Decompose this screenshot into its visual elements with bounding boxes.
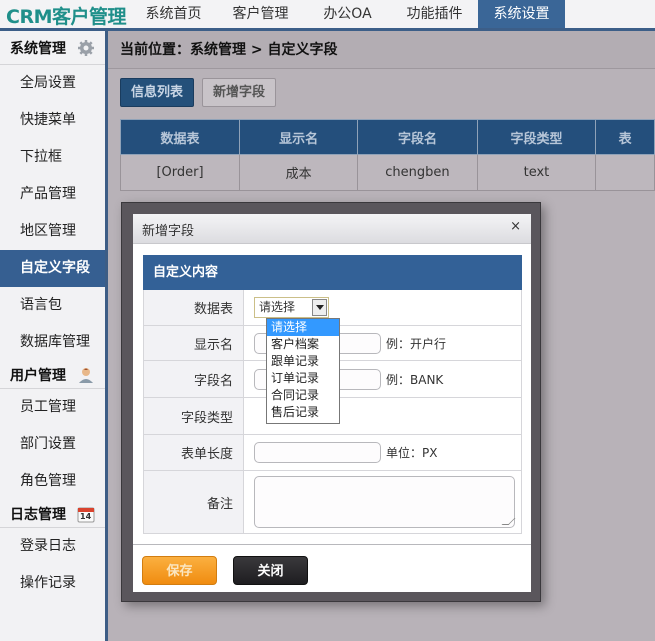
form-length-label: 表单长度 [144, 435, 244, 470]
breadcrumb: 当前位置：系统管理 > 自定义字段 [108, 31, 655, 69]
table-select[interactable]: 请选择 [254, 297, 329, 318]
chevron-down-icon[interactable] [312, 299, 327, 316]
save-button[interactable]: 保存 [142, 556, 217, 585]
nav-item-office-oa[interactable]: 办公OA [304, 0, 391, 28]
sidebar-item-dropdowns[interactable]: 下拉框 [0, 139, 105, 176]
cell-table: [Order] [119, 154, 241, 191]
table-dropdown-list: 请选择 客户档案 跟单记录 订单记录 合同记录 售后记录 [266, 318, 340, 424]
app-logo: CRM客户管理 [6, 6, 126, 28]
form-section-title: 自定义内容 [143, 255, 522, 290]
display-name-label: 显示名 [144, 326, 244, 360]
cell-field-name: chengben [357, 154, 478, 191]
form-length-hint: 单位：PX [386, 446, 438, 460]
sidebar-group-system: 系统管理 [0, 31, 105, 65]
remark-label: 备注 [144, 471, 244, 533]
dropdown-option[interactable]: 合同记录 [267, 387, 339, 404]
table-row[interactable]: [Order] 成本 chengben text [119, 154, 655, 191]
sidebar-item-employees[interactable]: 员工管理 [0, 389, 105, 426]
nav-item-settings[interactable]: 系统设置 [478, 0, 565, 28]
col-header-table: 数据表 [119, 119, 241, 155]
nav-item-customers[interactable]: 客户管理 [217, 0, 304, 28]
sidebar-group-title: 日志管理 [10, 506, 66, 523]
sidebar-group-logs: 日志管理 14 [0, 500, 105, 528]
tab-add-field[interactable]: 新增字段 [202, 78, 277, 107]
col-header-field-name: 字段名 [357, 119, 478, 155]
main-nav: 系统首页 客户管理 办公OA 功能插件 系统设置 [130, 0, 565, 28]
sidebar-item-regions[interactable]: 地区管理 [0, 213, 105, 250]
sidebar-item-roles[interactable]: 角色管理 [0, 463, 105, 500]
col-header-form: 表 [595, 119, 655, 155]
dropdown-option[interactable]: 订单记录 [267, 370, 339, 387]
dialog-footer: 保存 关闭 [133, 544, 531, 592]
sidebar-item-quick-menu[interactable]: 快捷菜单 [0, 102, 105, 139]
calendar-icon: 14 [77, 505, 95, 523]
sidebar-item-database[interactable]: 数据库管理 [0, 324, 105, 361]
sidebar-item-departments[interactable]: 部门设置 [0, 426, 105, 463]
sidebar-group-users: 用户管理 [0, 361, 105, 389]
sidebar-item-operation-log[interactable]: 操作记录 [0, 565, 105, 602]
remark-textarea[interactable] [254, 476, 516, 528]
calendar-day: 14 [80, 511, 92, 521]
cell-field-type: text [476, 154, 597, 191]
nav-item-plugins[interactable]: 功能插件 [391, 0, 478, 28]
dialog-header: 新增字段 × [133, 214, 531, 244]
tab-info-list[interactable]: 信息列表 [120, 78, 195, 107]
dropdown-option[interactable]: 客户档案 [267, 336, 339, 353]
sidebar-item-login-log[interactable]: 登录日志 [0, 528, 105, 565]
resize-handle-icon[interactable] [501, 518, 516, 525]
add-field-dialog-frame: 新增字段 × 自定义内容 数据表 请选择 显示名 例：开户行 字段名 例：BAN… [121, 202, 541, 602]
close-button[interactable]: 关闭 [233, 556, 308, 585]
sidebar-group-title: 系统管理 [10, 40, 66, 57]
col-header-field-type: 字段类型 [476, 119, 597, 155]
top-bar: CRM客户管理 系统首页 客户管理 办公OA 功能插件 系统设置 [0, 0, 655, 31]
nav-item-home[interactable]: 系统首页 [130, 0, 217, 28]
field-type-label: 字段类型 [144, 398, 244, 434]
sidebar-item-language-pack[interactable]: 语言包 [0, 287, 105, 324]
sidebar-item-global-settings[interactable]: 全局设置 [0, 65, 105, 102]
col-header-display-name: 显示名 [239, 119, 359, 155]
sidebar: 系统管理 全局设置 快捷菜单 下拉框 产品管理 地区管理 自定义字段 语言包 数… [0, 31, 108, 641]
table-select-value: 请选择 [259, 300, 296, 314]
dialog-title: 新增字段 [142, 224, 195, 239]
add-field-dialog: 新增字段 × 自定义内容 数据表 请选择 显示名 例：开户行 字段名 例：BAN… [133, 214, 531, 592]
close-icon[interactable]: × [510, 219, 521, 234]
sidebar-group-title: 用户管理 [10, 367, 66, 384]
display-name-hint: 例：开户行 [386, 336, 447, 351]
sidebar-item-products[interactable]: 产品管理 [0, 176, 105, 213]
table-label: 数据表 [144, 290, 244, 325]
table-header: 数据表 显示名 字段名 字段类型 表 [119, 119, 655, 155]
cell-display-name: 成本 [239, 154, 359, 191]
user-icon [77, 366, 95, 384]
sidebar-item-custom-fields[interactable]: 自定义字段 [0, 250, 105, 287]
cell-form [595, 154, 655, 191]
gear-icon [77, 39, 95, 57]
form-row-form-length: 表单长度 单位：PX [143, 435, 522, 471]
form-length-input[interactable] [254, 442, 381, 463]
dropdown-option[interactable]: 请选择 [267, 319, 339, 336]
form-row-remark: 备注 [143, 471, 522, 534]
fields-table: 数据表 显示名 字段名 字段类型 表 [Order] 成本 chengben t… [119, 119, 655, 191]
dropdown-option[interactable]: 售后记录 [267, 404, 339, 421]
content-tabs: 信息列表 新增字段 [120, 78, 277, 107]
field-name-hint: 例：BANK [386, 372, 444, 387]
field-name-label: 字段名 [144, 361, 244, 397]
dropdown-option[interactable]: 跟单记录 [267, 353, 339, 370]
